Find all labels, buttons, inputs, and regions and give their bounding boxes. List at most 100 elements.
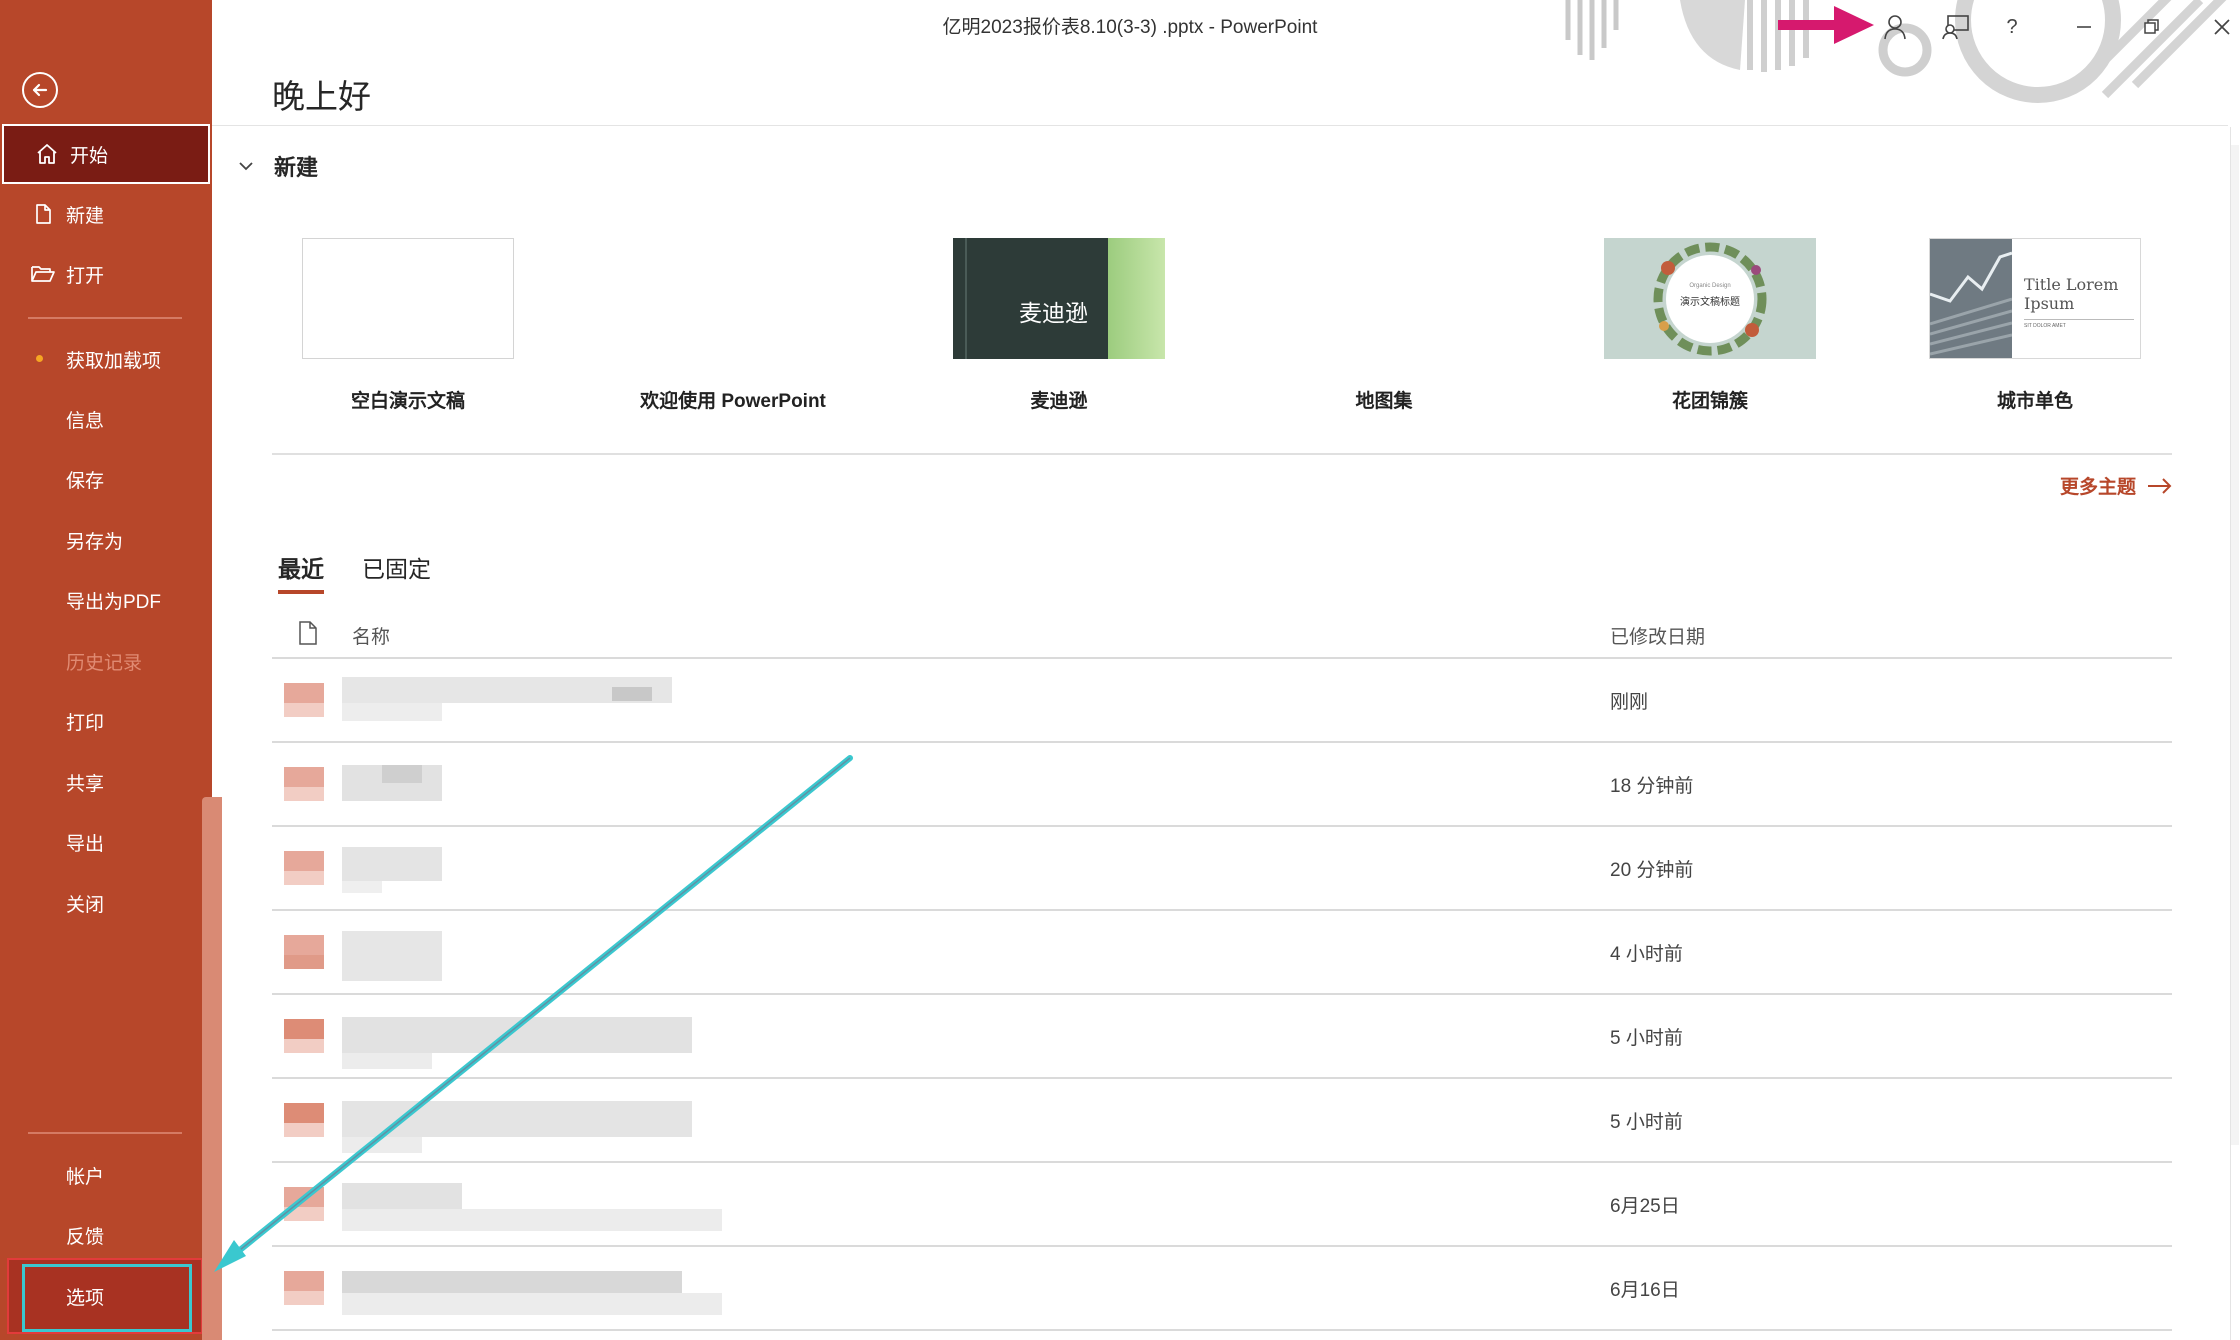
sidebar-item-label: 帐户 <box>66 1166 105 1188</box>
sidebar-divider <box>28 1132 182 1134</box>
thumbnail-title: 演示文稿标题 <box>1680 297 1740 308</box>
file-modified-date: 18 分钟前 <box>1610 776 1694 797</box>
template-madison[interactable]: 麦迪逊 麦迪逊 <box>953 238 1165 412</box>
arrow-right-icon <box>2148 477 2172 494</box>
sidebar-item-new[interactable]: 新建 <box>0 184 212 244</box>
file-modified-date: 刚刚 <box>1610 692 1649 713</box>
pptx-file-icon <box>284 677 324 723</box>
new-section-title: 新建 <box>274 155 319 180</box>
sidebar-item-open[interactable]: 打开 <box>0 244 212 304</box>
sidebar-divider <box>28 317 182 319</box>
chevron-down-icon <box>239 162 253 171</box>
help-button[interactable]: ? <box>1994 12 2030 42</box>
more-themes-label: 更多主题 <box>2060 477 2137 498</box>
annotation-pink-arrow <box>1778 6 1874 44</box>
sidebar-item-label: 历史记录 <box>66 652 143 674</box>
minimize-button[interactable] <box>2066 12 2102 42</box>
templates-divider <box>272 453 2172 455</box>
coauthor-button[interactable] <box>1938 12 1974 42</box>
new-section-toggle[interactable]: 新建 <box>236 150 318 182</box>
sidebar-item-save-as[interactable]: 另存为 <box>0 510 212 570</box>
greeting-heading: 晚上好 <box>272 78 371 115</box>
minimize-icon <box>2077 26 2091 28</box>
account-button[interactable] <box>1877 12 1913 42</box>
new-document-icon <box>28 199 58 229</box>
sidebar-item-label: 打印 <box>66 712 105 734</box>
template-name: 城市单色 <box>1996 391 2073 412</box>
template-welcome[interactable]: 欢迎使用 PowerPoint <box>627 238 839 412</box>
sidebar-item-export-pdf[interactable]: 导出为PDF <box>0 570 212 630</box>
sidebar-item-label: 导出为PDF <box>66 591 162 613</box>
sidebar-item-share[interactable]: 共享 <box>0 752 212 812</box>
file-modified-date: 5 小时前 <box>1610 1028 1683 1049</box>
recent-tabs: 最近 已固定 <box>278 550 469 594</box>
template-blank[interactable]: 空白演示文稿 <box>302 238 514 412</box>
sidebar-item-label: 新建 <box>66 205 105 227</box>
tab-recent[interactable]: 最近 <box>278 550 324 594</box>
template-atlas[interactable]: 地图集 <box>1278 238 1490 412</box>
restore-button[interactable] <box>2134 12 2170 42</box>
column-name-header[interactable]: 名称 <box>352 622 390 649</box>
template-city-mono[interactable]: Title Lorem Ipsum SIT DOLOR AMET 城市单色 <box>1929 238 2141 412</box>
sidebar-item-label: 开始 <box>70 145 109 167</box>
restore-icon <box>2144 19 2159 34</box>
file-modified-date: 4 小时前 <box>1610 944 1683 965</box>
sidebar-item-info[interactable]: 信息 <box>0 389 212 449</box>
sidebar-item-label: 共享 <box>66 773 105 795</box>
template-thumbnail <box>627 238 839 359</box>
user-icon <box>1884 15 1906 40</box>
file-row[interactable]: 刚刚 <box>272 657 2172 741</box>
sidebar-item-print[interactable]: 打印 <box>0 691 212 751</box>
file-modified-date: 6月25日 <box>1610 1196 1680 1217</box>
template-thumbnail: 麦迪逊 <box>953 238 1165 359</box>
file-modified-date: 5 小时前 <box>1610 1112 1683 1133</box>
sidebar-item-home[interactable]: 开始 <box>2 124 210 184</box>
template-thumbnail: Title Lorem Ipsum SIT DOLOR AMET <box>1929 238 2141 359</box>
template-thumbnail: Organic Design 演示文稿标题 <box>1604 238 1816 359</box>
file-list-header: 名称 已修改日期 <box>272 618 2172 658</box>
thumbnail-title: Title Lorem Ipsum <box>2024 275 2119 313</box>
sidebar-item-label: 另存为 <box>66 531 124 553</box>
template-thumbnail <box>302 238 514 359</box>
backstage-sidebar: 开始 新建 打开 获取加载项 信息 保存 另存为 导出为PDF 历史记录 打印 … <box>0 0 212 1340</box>
annotation-cyan-arrow <box>214 755 853 1272</box>
main-scrollbar-thumb[interactable] <box>2231 145 2239 1145</box>
sidebar-item-label: 获取加载项 <box>66 350 162 372</box>
sidebar-item-history: 历史记录 <box>0 631 212 691</box>
back-arrow-icon <box>32 83 48 97</box>
sidebar-item-close[interactable]: 关闭 <box>0 873 212 933</box>
file-row <box>272 1329 2172 1340</box>
sidebar-item-get-addins[interactable]: 获取加载项 <box>0 329 212 389</box>
more-themes-link[interactable]: 更多主题 <box>2060 472 2174 499</box>
sidebar-item-label: 反馈 <box>66 1226 105 1248</box>
sidebar-item-label: 信息 <box>66 410 105 432</box>
header-divider <box>212 125 2228 126</box>
sidebar-item-label: 打开 <box>66 265 105 287</box>
thumbnail-subtitle: SIT DOLOR AMET <box>2024 323 2066 329</box>
thumbnail-title: 麦迪逊 <box>1019 300 1088 326</box>
city-photo-image <box>1930 239 2012 358</box>
sidebar-item-label: 导出 <box>66 833 105 855</box>
file-type-icon <box>299 621 317 645</box>
window-title: 亿明2023报价表8.10(3-3) .pptx - PowerPoint <box>942 17 1318 38</box>
sidebar-item-export[interactable]: 导出 <box>0 812 212 872</box>
template-floral[interactable]: Organic Design 演示文稿标题 花团锦簇 <box>1604 238 1816 412</box>
file-modified-date: 6月16日 <box>1610 1280 1680 1301</box>
sidebar-item-label: 关闭 <box>66 894 105 916</box>
thumbnail-subtitle: Organic Design <box>1689 283 1731 289</box>
sidebar-item-account[interactable]: 帐户 <box>0 1145 212 1205</box>
folder-open-icon <box>28 259 58 289</box>
close-icon <box>2214 19 2230 35</box>
tab-pinned[interactable]: 已固定 <box>362 550 431 594</box>
sidebar-item-label: 保存 <box>66 470 105 492</box>
back-button[interactable] <box>22 72 58 108</box>
options-highlight-box <box>22 1264 192 1332</box>
sidebar-item-feedback[interactable]: 反馈 <box>0 1205 212 1265</box>
home-icon <box>32 139 62 169</box>
file-modified-date: 20 分钟前 <box>1610 860 1694 881</box>
column-modified-header[interactable]: 已修改日期 <box>1610 622 1705 649</box>
template-thumbnail <box>1278 238 1490 359</box>
present-person-icon <box>1942 15 1969 40</box>
close-window-button[interactable] <box>2204 12 2240 42</box>
sidebar-item-save[interactable]: 保存 <box>0 449 212 509</box>
